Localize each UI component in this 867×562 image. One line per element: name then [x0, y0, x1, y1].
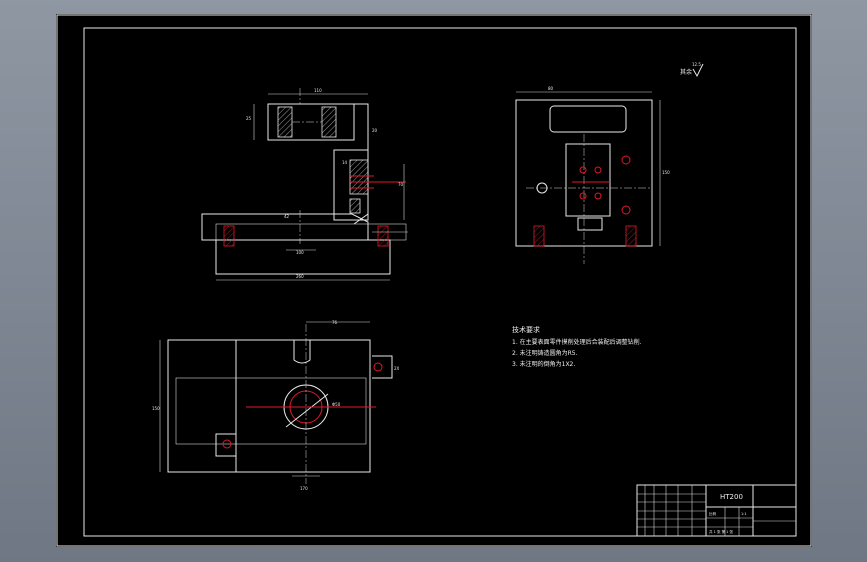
roughness-symbol: 其余 12.5 — [680, 62, 704, 78]
front-dim-height-mid: 70 — [398, 182, 404, 187]
roughness-note: 其余 — [680, 68, 692, 76]
front-dim-slot-width: 100 — [296, 250, 304, 255]
plan-dim-bottom-width: 170 — [300, 486, 308, 491]
drawing-number: HT200 — [720, 493, 743, 501]
roughness-value: 12.5 — [692, 62, 701, 67]
tech-req-item-3: 3. 未注明的倒角为1X2. — [512, 360, 575, 368]
scale-label: 比例 — [709, 511, 717, 516]
front-dim-left-height: 25 — [246, 116, 252, 121]
plan-view: 76 150 Φ50 170 2X — [152, 320, 400, 491]
plan-dim-left-height: 150 — [152, 406, 160, 411]
plan-dim-bore: Φ50 — [332, 402, 341, 407]
front-dim-top-width: 110 — [314, 88, 322, 93]
side-dim-top-width: 80 — [548, 86, 554, 91]
tech-req-item-2: 2. 未注明铸造圆角为R5. — [512, 349, 578, 357]
front-dim-pin: 14 — [342, 160, 348, 165]
cad-drawing: 其余 12.5 110 25 20 260 100 70 14 42 80 15… — [56, 14, 812, 547]
sheet-label: 共 1 张 第 1 张 — [709, 529, 734, 534]
technical-requirements: 技术要求 1. 在主要表面零件摸削处理后合装配后调整钻削. 2. 未注明铸造圆角… — [512, 325, 642, 368]
title-block: HT200 比例 1:1 共 1 张 第 1 张 — [636, 484, 797, 537]
tech-req-title: 技术要求 — [512, 325, 540, 334]
scale-value: 1:1 — [741, 512, 747, 516]
side-dim-height: 150 — [662, 170, 670, 175]
front-view: 110 25 20 260 100 70 14 42 — [201, 88, 408, 281]
sheet-outer-border — [56, 14, 812, 547]
plan-dim-hole-note: 2X — [394, 366, 400, 371]
drawing-canvas: 其余 12.5 110 25 20 260 100 70 14 42 80 15… — [56, 14, 812, 547]
front-dim-offset: 42 — [284, 214, 290, 219]
tech-req-item-1: 1. 在主要表面零件摸削处理后合装配后调整钻削. — [512, 338, 642, 346]
front-dim-right-flange: 20 — [372, 128, 378, 133]
front-dim-base-width: 260 — [296, 274, 304, 279]
plan-dim-top-width: 76 — [332, 320, 338, 325]
side-view: 80 150 — [515, 86, 670, 264]
sheet-inner-border — [83, 27, 797, 537]
